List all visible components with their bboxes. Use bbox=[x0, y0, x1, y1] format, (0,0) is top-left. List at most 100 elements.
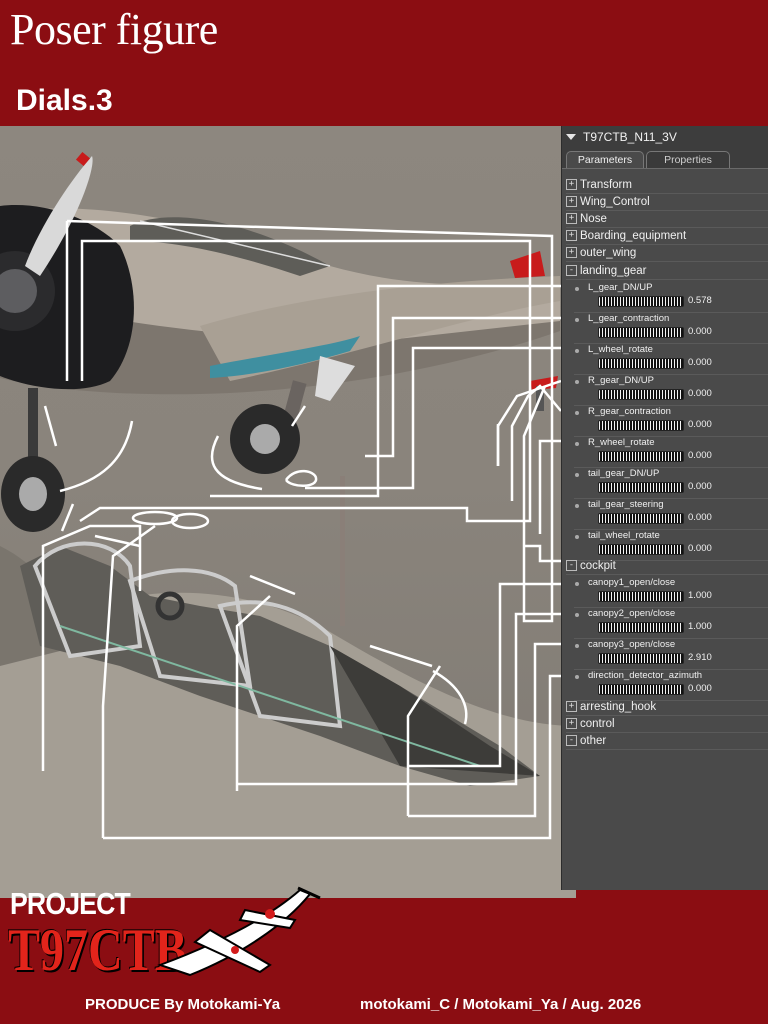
dial-l-gear-dn-up: L_gear_DN/UP 0.578 bbox=[574, 282, 768, 313]
dial-dot-icon bbox=[575, 411, 579, 415]
group-label: Nose bbox=[580, 212, 607, 225]
group-other[interactable]: - other bbox=[566, 732, 768, 750]
dial-canopy2-open-close: canopy2_open/close 1.000 bbox=[574, 608, 768, 639]
dial-label: R_wheel_rotate bbox=[588, 437, 655, 448]
group-arresting-hook[interactable]: + arresting_hook bbox=[566, 698, 768, 716]
expand-icon[interactable]: + bbox=[566, 196, 577, 207]
group-label: Transform bbox=[580, 178, 632, 191]
dial-dot-icon bbox=[575, 442, 579, 446]
dial-wheel[interactable] bbox=[598, 358, 684, 369]
dial-dot-icon bbox=[575, 613, 579, 617]
dial-value[interactable]: 0.000 bbox=[688, 481, 712, 492]
dial-wheel[interactable] bbox=[598, 327, 684, 338]
group-cockpit[interactable]: - cockpit bbox=[566, 557, 768, 575]
dial-wheel[interactable] bbox=[598, 513, 684, 524]
dial-r-gear-dn-up: R_gear_DN/UP 0.000 bbox=[574, 375, 768, 406]
collapse-icon[interactable]: - bbox=[566, 265, 577, 276]
header-banner: Poser figure Dials.3 bbox=[0, 0, 768, 126]
group-outer-wing[interactable]: + outer_wing bbox=[566, 244, 768, 262]
dial-label: tail_gear_steering bbox=[588, 499, 664, 510]
group-label: control bbox=[580, 717, 615, 730]
dial-canopy1-open-close: canopy1_open/close 1.000 bbox=[574, 577, 768, 608]
dial-wheel[interactable] bbox=[598, 296, 684, 307]
dial-label: tail_wheel_rotate bbox=[588, 530, 660, 541]
panel-tabs: Parameters Properties bbox=[562, 148, 768, 169]
dial-label: tail_gear_DN/UP bbox=[588, 468, 660, 479]
dial-value[interactable]: 0.000 bbox=[688, 388, 712, 399]
expand-icon[interactable]: + bbox=[566, 718, 577, 729]
collapse-triangle-icon[interactable] bbox=[566, 134, 576, 140]
dial-l-wheel-rotate: L_wheel_rotate 0.000 bbox=[574, 344, 768, 375]
dial-label: R_gear_DN/UP bbox=[588, 375, 654, 386]
dial-value[interactable]: 0.000 bbox=[688, 450, 712, 461]
collapse-icon[interactable]: - bbox=[566, 560, 577, 571]
credit-author-date: motokami_C / Motokami_Ya / Aug. 2026 bbox=[360, 996, 642, 1013]
group-transform[interactable]: + Transform bbox=[566, 176, 768, 194]
dial-label: L_gear_DN/UP bbox=[588, 282, 653, 293]
dial-label: R_gear_contraction bbox=[588, 406, 671, 417]
credit-producer: PRODUCE By Motokami-Ya bbox=[85, 996, 281, 1013]
dial-dot-icon bbox=[575, 380, 579, 384]
dial-dot-icon bbox=[575, 473, 579, 477]
group-label: cockpit bbox=[580, 559, 616, 572]
dial-r-gear-contraction: R_gear_contraction 0.000 bbox=[574, 406, 768, 437]
group-label: outer_wing bbox=[580, 246, 637, 259]
expand-icon[interactable]: + bbox=[566, 213, 577, 224]
expand-icon[interactable]: + bbox=[566, 701, 577, 712]
dial-dot-icon bbox=[575, 318, 579, 322]
group-wing-control[interactable]: + Wing_Control bbox=[566, 193, 768, 211]
aircraft-render bbox=[0, 151, 576, 898]
plane-logo-icon bbox=[157, 886, 321, 977]
collapse-icon[interactable]: - bbox=[566, 735, 577, 746]
group-label: Wing_Control bbox=[580, 195, 650, 208]
dial-r-wheel-rotate: R_wheel_rotate 0.000 bbox=[574, 437, 768, 468]
dial-direction-detector-azimuth: direction_detector_azimuth 0.000 bbox=[574, 670, 768, 701]
dial-l-gear-contraction: L_gear_contraction 0.000 bbox=[574, 313, 768, 344]
dial-label: canopy3_open/close bbox=[588, 639, 676, 650]
group-boarding-equipment[interactable]: + Boarding_equipment bbox=[566, 227, 768, 245]
dial-dot-icon bbox=[575, 644, 579, 648]
dial-label: canopy2_open/close bbox=[588, 608, 676, 619]
dial-value[interactable]: 0.000 bbox=[688, 326, 712, 337]
dial-value[interactable]: 1.000 bbox=[688, 590, 712, 601]
group-nose[interactable]: + Nose bbox=[566, 210, 768, 228]
expand-icon[interactable]: + bbox=[566, 247, 577, 258]
dial-value[interactable]: 1.000 bbox=[688, 621, 712, 632]
expand-icon[interactable]: + bbox=[566, 179, 577, 190]
group-label: Boarding_equipment bbox=[580, 229, 687, 242]
dial-value[interactable]: 0.000 bbox=[688, 543, 712, 554]
tab-parameters[interactable]: Parameters bbox=[566, 151, 644, 168]
dial-dot-icon bbox=[575, 535, 579, 539]
dial-wheel[interactable] bbox=[598, 389, 684, 400]
group-control[interactable]: + control bbox=[566, 715, 768, 733]
group-label: arresting_hook bbox=[580, 700, 657, 713]
dial-wheel[interactable] bbox=[598, 544, 684, 555]
dial-canopy3-open-close: canopy3_open/close 2.910 bbox=[574, 639, 768, 670]
parameters-panel: T97CTB_N11_3V Parameters Properties + Tr… bbox=[561, 126, 768, 890]
expand-icon[interactable]: + bbox=[566, 230, 577, 241]
dial-wheel[interactable] bbox=[598, 482, 684, 493]
dial-wheel[interactable] bbox=[598, 684, 684, 695]
dial-value[interactable]: 0.000 bbox=[688, 357, 712, 368]
dial-wheel[interactable] bbox=[598, 622, 684, 633]
dial-dot-icon bbox=[575, 349, 579, 353]
dial-value[interactable]: 0.000 bbox=[688, 512, 712, 523]
dial-wheel[interactable] bbox=[598, 451, 684, 462]
footer-banner: PROJECT T97CTB PRODUCE By Motokami-Ya mo… bbox=[0, 886, 768, 1024]
dial-wheel[interactable] bbox=[598, 420, 684, 431]
dial-dot-icon bbox=[575, 287, 579, 291]
dial-value[interactable]: 0.000 bbox=[688, 419, 712, 430]
dial-value[interactable]: 2.910 bbox=[688, 652, 712, 663]
dial-value[interactable]: 0.000 bbox=[688, 683, 712, 694]
dial-dot-icon bbox=[575, 675, 579, 679]
figure-name: T97CTB_N11_3V bbox=[583, 130, 677, 144]
panel-header[interactable]: T97CTB_N11_3V bbox=[562, 126, 768, 148]
dial-label: canopy1_open/close bbox=[588, 577, 676, 588]
group-landing-gear[interactable]: - landing_gear bbox=[566, 262, 768, 280]
dial-wheel[interactable] bbox=[598, 591, 684, 602]
dial-value[interactable]: 0.578 bbox=[688, 295, 712, 306]
group-label: other bbox=[580, 734, 607, 747]
dial-wheel[interactable] bbox=[598, 653, 684, 664]
render-viewport[interactable] bbox=[0, 126, 576, 898]
tab-properties[interactable]: Properties bbox=[646, 151, 730, 168]
